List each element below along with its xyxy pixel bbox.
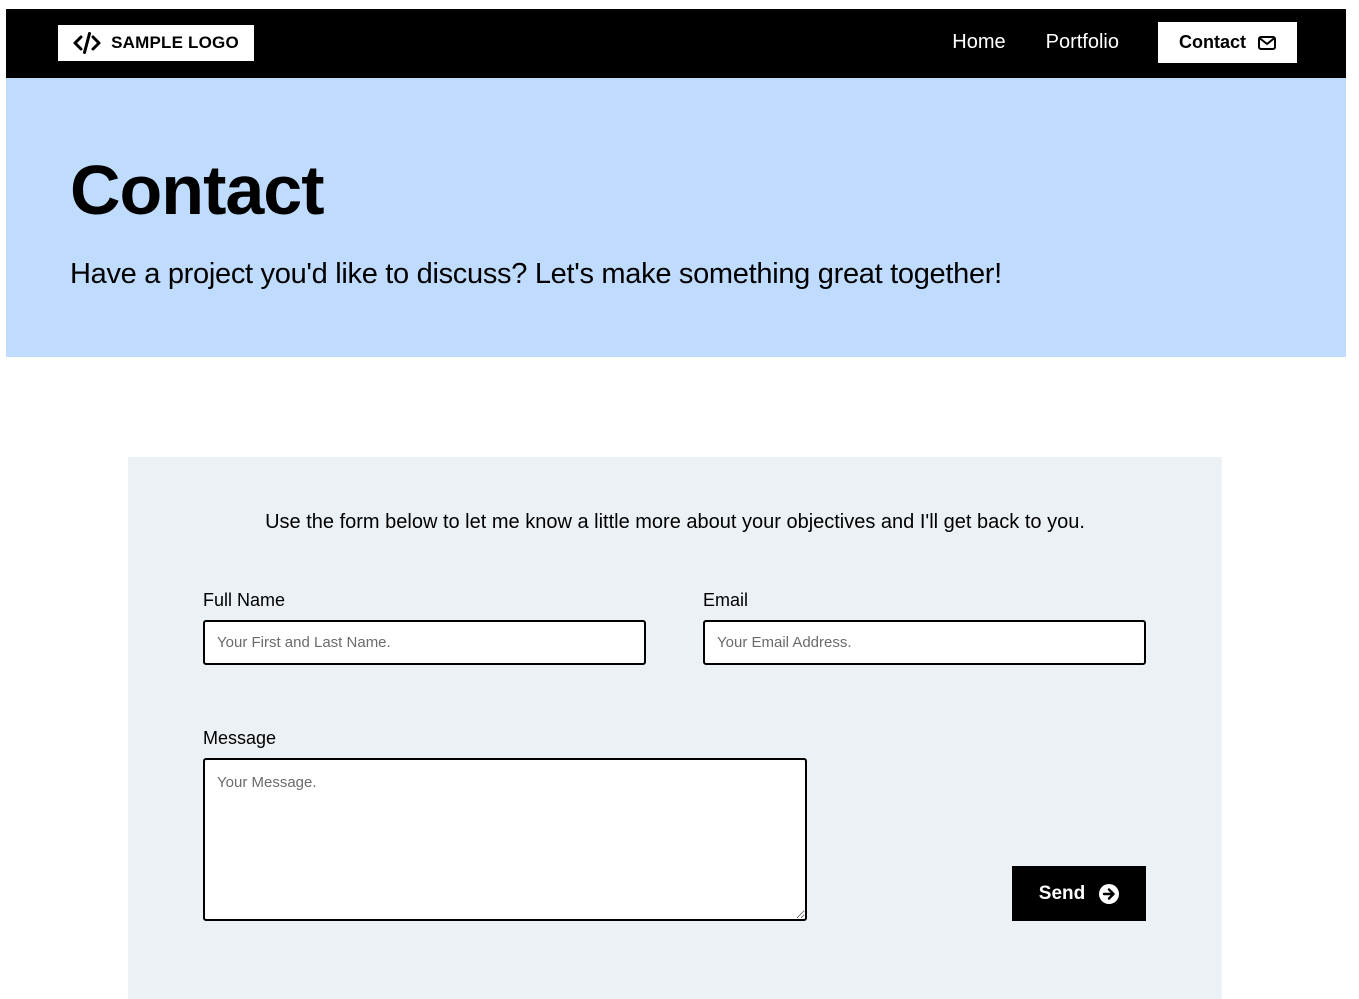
- email-input[interactable]: [703, 620, 1146, 665]
- main-nav: Home Portfolio Contact: [952, 22, 1297, 63]
- page: SAMPLE LOGO Home Portfolio Contact Conta…: [0, 0, 1359, 999]
- site-logo[interactable]: SAMPLE LOGO: [58, 25, 254, 61]
- code-icon: [73, 32, 101, 54]
- logo-text: SAMPLE LOGO: [111, 33, 239, 52]
- page-title: Contact: [70, 151, 325, 229]
- top-navbar: SAMPLE LOGO Home Portfolio Contact: [6, 9, 1346, 78]
- contact-form-card: Use the form below to let me know a litt…: [128, 457, 1222, 999]
- full-name-input[interactable]: [203, 620, 646, 665]
- email-label: Email: [703, 590, 749, 610]
- arrow-circle-right-icon: [1099, 883, 1120, 904]
- page-subtitle: Have a project you'd like to discuss? Le…: [70, 258, 1002, 290]
- nav-contact-button[interactable]: Contact: [1158, 22, 1297, 63]
- nav-portfolio-link[interactable]: Portfolio: [1046, 31, 1119, 54]
- send-label: Send: [1038, 882, 1086, 904]
- message-label: Message: [203, 728, 277, 748]
- envelope-icon: [1258, 35, 1276, 50]
- send-button[interactable]: Send: [1012, 866, 1146, 921]
- full-name-label: Full Name: [203, 590, 286, 610]
- nav-contact-label: Contact: [1179, 32, 1246, 52]
- hero-section: Contact Have a project you'd like to dis…: [6, 78, 1346, 357]
- nav-home-link[interactable]: Home: [952, 31, 1005, 54]
- message-textarea[interactable]: [203, 758, 807, 921]
- form-intro-text: Use the form below to let me know a litt…: [265, 511, 1085, 533]
